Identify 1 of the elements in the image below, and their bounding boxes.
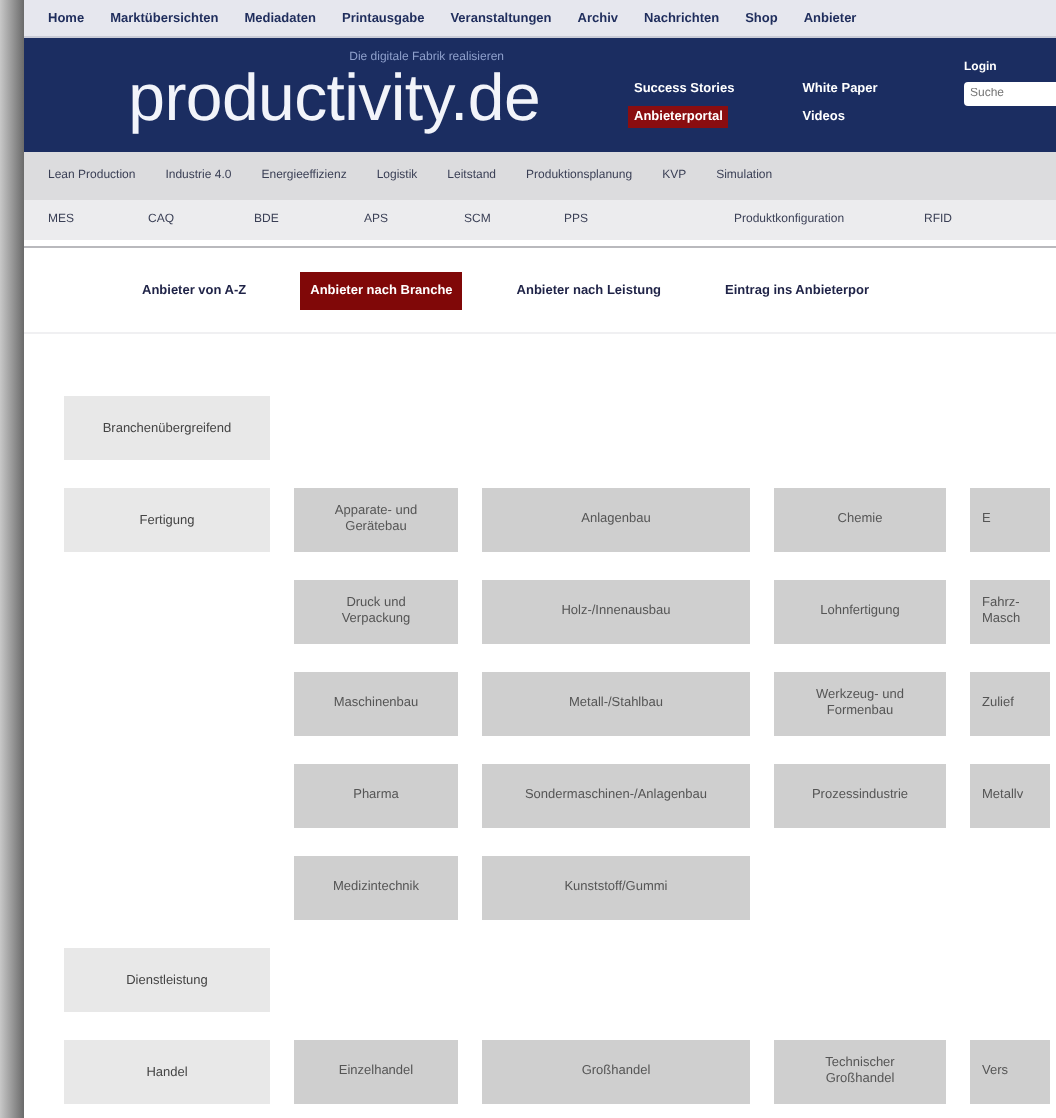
site-logo[interactable]: productivity.de	[128, 64, 540, 132]
